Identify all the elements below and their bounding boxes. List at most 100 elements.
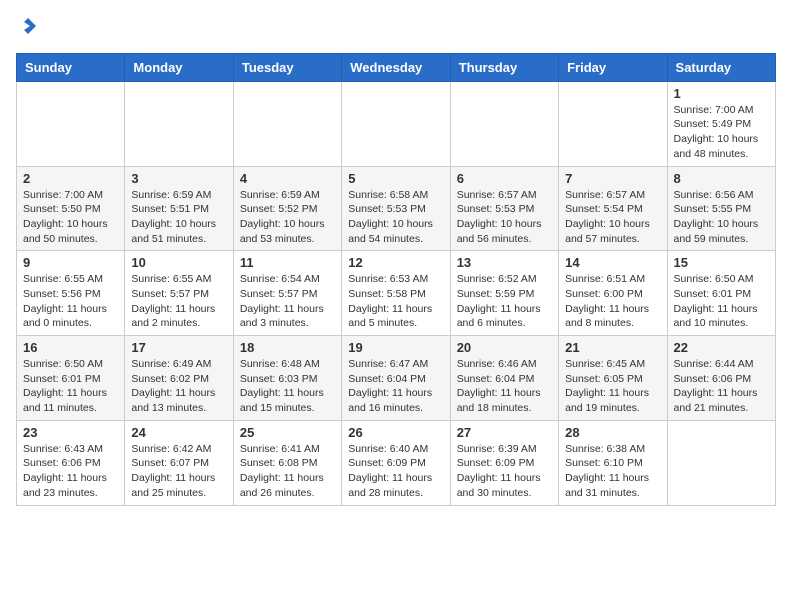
calendar-day-cell: 18 Sunrise: 6:48 AM Sunset: 6:03 PM Dayli…	[233, 336, 341, 421]
calendar-day-cell: 20 Sunrise: 6:46 AM Sunset: 6:04 PM Dayli…	[450, 336, 558, 421]
day-info: Sunrise: 6:49 AM Sunset: 6:02 PM Dayligh…	[131, 357, 226, 416]
day-info: Sunrise: 6:59 AM Sunset: 5:52 PM Dayligh…	[240, 188, 335, 247]
page-header	[16, 16, 776, 41]
day-info: Sunrise: 6:44 AM Sunset: 6:06 PM Dayligh…	[674, 357, 769, 416]
calendar-day-cell: 16 Sunrise: 6:50 AM Sunset: 6:01 PM Dayli…	[17, 336, 125, 421]
weekday-header: Monday	[125, 53, 233, 81]
day-number: 26	[348, 425, 443, 440]
day-number: 19	[348, 340, 443, 355]
day-number: 12	[348, 255, 443, 270]
calendar-day-cell: 2 Sunrise: 7:00 AM Sunset: 5:50 PM Daylig…	[17, 166, 125, 251]
day-info: Sunrise: 6:50 AM Sunset: 6:01 PM Dayligh…	[23, 357, 118, 416]
calendar-day-cell: 3 Sunrise: 6:59 AM Sunset: 5:51 PM Daylig…	[125, 166, 233, 251]
calendar-day-cell	[233, 81, 341, 166]
weekday-header: Wednesday	[342, 53, 450, 81]
day-info: Sunrise: 6:58 AM Sunset: 5:53 PM Dayligh…	[348, 188, 443, 247]
day-info: Sunrise: 7:00 AM Sunset: 5:50 PM Dayligh…	[23, 188, 118, 247]
calendar-day-cell: 1 Sunrise: 7:00 AM Sunset: 5:49 PM Daylig…	[667, 81, 775, 166]
day-number: 23	[23, 425, 118, 440]
calendar-day-cell	[559, 81, 667, 166]
day-number: 7	[565, 171, 660, 186]
calendar-day-cell: 21 Sunrise: 6:45 AM Sunset: 6:05 PM Dayli…	[559, 336, 667, 421]
day-number: 27	[457, 425, 552, 440]
calendar-day-cell: 23 Sunrise: 6:43 AM Sunset: 6:06 PM Dayli…	[17, 420, 125, 505]
day-number: 2	[23, 171, 118, 186]
day-info: Sunrise: 6:47 AM Sunset: 6:04 PM Dayligh…	[348, 357, 443, 416]
day-info: Sunrise: 7:00 AM Sunset: 5:49 PM Dayligh…	[674, 103, 769, 162]
day-number: 5	[348, 171, 443, 186]
day-number: 21	[565, 340, 660, 355]
day-number: 8	[674, 171, 769, 186]
weekday-header: Tuesday	[233, 53, 341, 81]
calendar-week-row: 9Sunrise: 6:55 AM Sunset: 5:56 PM Daylig…	[17, 251, 776, 336]
day-info: Sunrise: 6:42 AM Sunset: 6:07 PM Dayligh…	[131, 442, 226, 501]
day-number: 6	[457, 171, 552, 186]
day-number: 3	[131, 171, 226, 186]
logo	[16, 16, 38, 41]
logo-icon	[18, 16, 38, 36]
calendar-day-cell: 22 Sunrise: 6:44 AM Sunset: 6:06 PM Dayli…	[667, 336, 775, 421]
day-info: Sunrise: 6:57 AM Sunset: 5:54 PM Dayligh…	[565, 188, 660, 247]
day-info: Sunrise: 6:53 AM Sunset: 5:58 PM Dayligh…	[348, 272, 443, 331]
calendar-day-cell: 7 Sunrise: 6:57 AM Sunset: 5:54 PM Daylig…	[559, 166, 667, 251]
day-info: Sunrise: 6:59 AM Sunset: 5:51 PM Dayligh…	[131, 188, 226, 247]
day-info: Sunrise: 6:46 AM Sunset: 6:04 PM Dayligh…	[457, 357, 552, 416]
day-info: Sunrise: 6:38 AM Sunset: 6:10 PM Dayligh…	[565, 442, 660, 501]
day-number: 16	[23, 340, 118, 355]
day-number: 22	[674, 340, 769, 355]
calendar-day-cell: 10 Sunrise: 6:55 AM Sunset: 5:57 PM Dayli…	[125, 251, 233, 336]
day-number: 18	[240, 340, 335, 355]
day-info: Sunrise: 6:55 AM Sunset: 5:56 PM Dayligh…	[23, 272, 118, 331]
day-number: 4	[240, 171, 335, 186]
calendar-day-cell: 6 Sunrise: 6:57 AM Sunset: 5:53 PM Daylig…	[450, 166, 558, 251]
weekday-header: Friday	[559, 53, 667, 81]
weekday-header: Saturday	[667, 53, 775, 81]
calendar-header-row: SundayMondayTuesdayWednesdayThursdayFrid…	[17, 53, 776, 81]
day-info: Sunrise: 6:57 AM Sunset: 5:53 PM Dayligh…	[457, 188, 552, 247]
calendar-day-cell: 4 Sunrise: 6:59 AM Sunset: 5:52 PM Daylig…	[233, 166, 341, 251]
calendar-day-cell: 15 Sunrise: 6:50 AM Sunset: 6:01 PM Dayli…	[667, 251, 775, 336]
day-info: Sunrise: 6:40 AM Sunset: 6:09 PM Dayligh…	[348, 442, 443, 501]
day-info: Sunrise: 6:48 AM Sunset: 6:03 PM Dayligh…	[240, 357, 335, 416]
day-number: 1	[674, 86, 769, 101]
day-info: Sunrise: 6:43 AM Sunset: 6:06 PM Dayligh…	[23, 442, 118, 501]
calendar-day-cell: 17 Sunrise: 6:49 AM Sunset: 6:02 PM Dayli…	[125, 336, 233, 421]
calendar-day-cell: 24 Sunrise: 6:42 AM Sunset: 6:07 PM Dayli…	[125, 420, 233, 505]
calendar-day-cell: 14Sunrise: 6:51 AM Sunset: 6:00 PM Dayli…	[559, 251, 667, 336]
calendar-day-cell	[667, 420, 775, 505]
weekday-header: Thursday	[450, 53, 558, 81]
calendar-day-cell: 27 Sunrise: 6:39 AM Sunset: 6:09 PM Dayli…	[450, 420, 558, 505]
day-number: 20	[457, 340, 552, 355]
calendar-day-cell: 13 Sunrise: 6:52 AM Sunset: 5:59 PM Dayli…	[450, 251, 558, 336]
calendar-day-cell: 26 Sunrise: 6:40 AM Sunset: 6:09 PM Dayli…	[342, 420, 450, 505]
calendar-day-cell	[125, 81, 233, 166]
day-info: Sunrise: 6:51 AM Sunset: 6:00 PM Dayligh…	[565, 272, 660, 331]
calendar-day-cell: 12 Sunrise: 6:53 AM Sunset: 5:58 PM Dayli…	[342, 251, 450, 336]
calendar-day-cell: 28 Sunrise: 6:38 AM Sunset: 6:10 PM Dayli…	[559, 420, 667, 505]
day-number: 15	[674, 255, 769, 270]
calendar-week-row: 2 Sunrise: 7:00 AM Sunset: 5:50 PM Daylig…	[17, 166, 776, 251]
day-number: 25	[240, 425, 335, 440]
day-number: 24	[131, 425, 226, 440]
day-info: Sunrise: 6:54 AM Sunset: 5:57 PM Dayligh…	[240, 272, 335, 331]
day-number: 13	[457, 255, 552, 270]
calendar-day-cell	[17, 81, 125, 166]
day-info: Sunrise: 6:39 AM Sunset: 6:09 PM Dayligh…	[457, 442, 552, 501]
calendar-day-cell: 25 Sunrise: 6:41 AM Sunset: 6:08 PM Dayli…	[233, 420, 341, 505]
day-info: Sunrise: 6:52 AM Sunset: 5:59 PM Dayligh…	[457, 272, 552, 331]
day-info: Sunrise: 6:56 AM Sunset: 5:55 PM Dayligh…	[674, 188, 769, 247]
calendar-day-cell: 8 Sunrise: 6:56 AM Sunset: 5:55 PM Daylig…	[667, 166, 775, 251]
day-info: Sunrise: 6:50 AM Sunset: 6:01 PM Dayligh…	[674, 272, 769, 331]
day-number: 17	[131, 340, 226, 355]
calendar-day-cell: 5 Sunrise: 6:58 AM Sunset: 5:53 PM Daylig…	[342, 166, 450, 251]
day-number: 28	[565, 425, 660, 440]
calendar-week-row: 23 Sunrise: 6:43 AM Sunset: 6:06 PM Dayli…	[17, 420, 776, 505]
day-info: Sunrise: 6:45 AM Sunset: 6:05 PM Dayligh…	[565, 357, 660, 416]
day-number: 10	[131, 255, 226, 270]
day-info: Sunrise: 6:55 AM Sunset: 5:57 PM Dayligh…	[131, 272, 226, 331]
calendar-day-cell	[450, 81, 558, 166]
calendar-week-row: 1 Sunrise: 7:00 AM Sunset: 5:49 PM Daylig…	[17, 81, 776, 166]
day-info: Sunrise: 6:41 AM Sunset: 6:08 PM Dayligh…	[240, 442, 335, 501]
calendar-day-cell: 9Sunrise: 6:55 AM Sunset: 5:56 PM Daylig…	[17, 251, 125, 336]
calendar-day-cell: 19 Sunrise: 6:47 AM Sunset: 6:04 PM Dayli…	[342, 336, 450, 421]
